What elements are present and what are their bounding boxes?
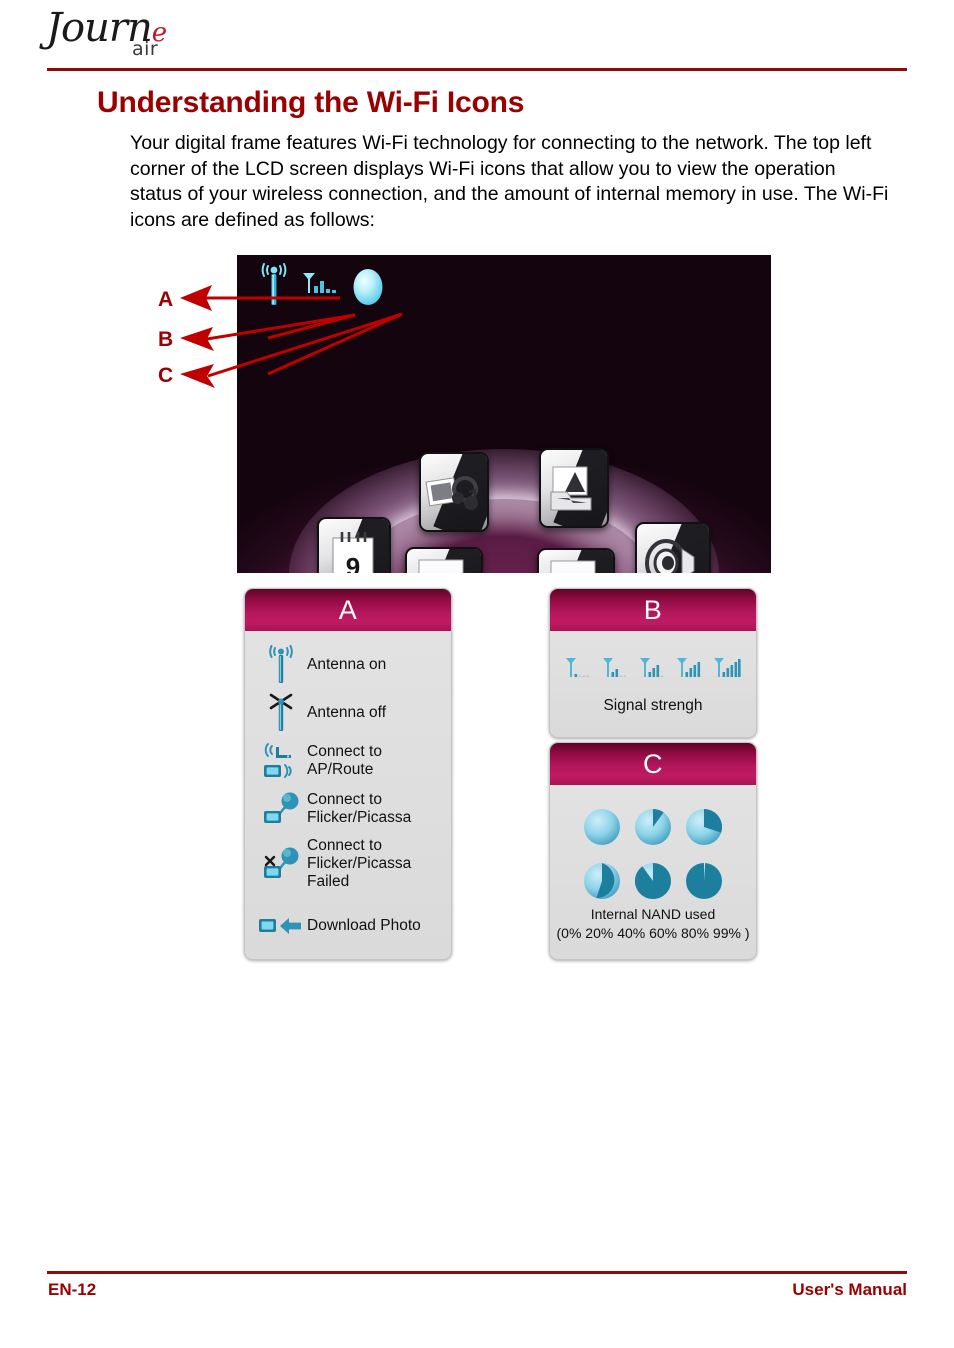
legend-box-a: A Antenna on Antenna off Connect to AP/R… (244, 588, 452, 960)
lcd-screen-photo: 9 (237, 255, 771, 573)
legend-a-letter: A (338, 594, 358, 625)
calendar-glyph: 9 (319, 519, 389, 573)
antenna-tower-icon (261, 263, 287, 305)
page-title: Understanding the Wi-Fi Icons (97, 86, 525, 119)
figure-lcd-photo: 9 A B C (150, 252, 790, 577)
legend-row-antenna-on: Antenna on (245, 641, 451, 689)
legend-a-body: Antenna on Antenna off Connect to AP/Rou… (245, 631, 451, 959)
legend-b-body: Signal strengh (550, 631, 756, 737)
arrow-heads (180, 285, 215, 388)
footer-manual-label: User's Manual (792, 1280, 907, 1299)
flicker-picassa-icon (255, 789, 307, 829)
ap-route-icon (255, 741, 307, 781)
legend-a-text-2: Connect to AP/Route (307, 743, 382, 778)
legend-c-header: C (550, 743, 756, 785)
menu-icon-photo-b (537, 548, 615, 573)
antenna-on-icon (255, 645, 307, 685)
nand-usage-pies (550, 795, 756, 901)
legend-a-text-4: Connect to Flicker/Picassa Failed (307, 837, 412, 890)
legend-row-ap-route: Connect to AP/Route (245, 737, 451, 785)
callout-label-b: B (158, 328, 174, 351)
signal-level-4-icon (677, 658, 701, 677)
photo-b-glyph (539, 550, 613, 573)
menu-icon-calendar: 9 (317, 517, 391, 573)
nand-pie-0-icon (583, 809, 620, 845)
photo-a-glyph (407, 549, 481, 573)
speaker-glyph (637, 524, 709, 573)
legend-c-letter: C (643, 748, 663, 779)
legend-row-antenna-off: Antenna off (245, 689, 451, 737)
header-divider (47, 68, 907, 71)
page-header: Journe air (0, 0, 954, 72)
signal-level-3-icon (640, 658, 664, 677)
menu-icon-speaker (635, 522, 711, 573)
legend-row-flicker-picassa: Connect to Flicker/Picassa (245, 785, 451, 833)
signal-level-5-icon (714, 658, 741, 677)
signal-level-1-icon (566, 658, 590, 677)
signal-level-2-icon (603, 658, 627, 677)
menu-icon-photo-music (419, 452, 489, 532)
download-photo-icon (255, 913, 307, 939)
legend-a-text-1: Antenna off (307, 704, 387, 721)
antenna-off-icon (255, 693, 307, 733)
callout-label-c: C (158, 364, 174, 387)
legend-c-body: Internal NAND used (0% 20% 40% 60% 80% 9… (550, 785, 756, 959)
calendar-day-text: 9 (346, 552, 360, 573)
nand-pie-60-icon (583, 863, 620, 899)
menu-icon-photo-a (405, 547, 483, 573)
brand-logo: Journe air (46, 8, 216, 66)
callout-label-a: A (158, 288, 174, 311)
nand-pie-40-icon (686, 809, 723, 845)
legend-c-caption: Internal NAND used (0% 20% 40% 60% 80% 9… (550, 905, 756, 943)
footer-page-number: EN-12 (48, 1280, 97, 1299)
legend-b-header: B (550, 589, 756, 631)
footer-divider (47, 1271, 907, 1274)
legend-c-caption-values: (0% 20% 40% 60% 80% 99% ) (556, 925, 750, 941)
legend-box-c: C Internal NAND used (0% 20% 40% 60% 80%… (549, 742, 757, 960)
lcd-status-icons (251, 263, 401, 309)
signal-strength-icons (550, 647, 756, 681)
legend-a-text-0: Antenna on (307, 656, 387, 673)
menu-icon-folder (539, 448, 609, 528)
legend-a-text-5: Download Photo (307, 917, 421, 934)
legend-row-download-photo: Download Photo (245, 905, 451, 947)
nand-pie-99-icon (686, 862, 723, 899)
legend-row-flicker-picassa-failed: Connect to Flicker/Picassa Failed (245, 833, 451, 895)
failed-x-mark (264, 855, 276, 867)
flicker-picassa-failed-icon (255, 844, 307, 884)
nand-pie-20-icon (634, 808, 671, 845)
photo-music-glyph (421, 454, 487, 530)
legend-b-caption: Signal strengh (603, 697, 703, 714)
signal-bars-icon (303, 273, 336, 293)
nand-circle-icon (353, 269, 383, 305)
folder-glyph (541, 450, 607, 526)
body-paragraph: Your digital frame features Wi-Fi techno… (130, 132, 889, 232)
legend-c-caption-title: Internal NAND used (590, 906, 716, 922)
legend-a-text-3: Connect to Flicker/Picassa (307, 791, 412, 826)
legend-b-letter: B (643, 594, 663, 625)
nand-pie-80-icon (634, 863, 671, 899)
legend-box-b: B Signal strengh (549, 588, 757, 738)
legend-a-header: A (245, 589, 451, 631)
logo-subbrand: air (132, 38, 159, 60)
